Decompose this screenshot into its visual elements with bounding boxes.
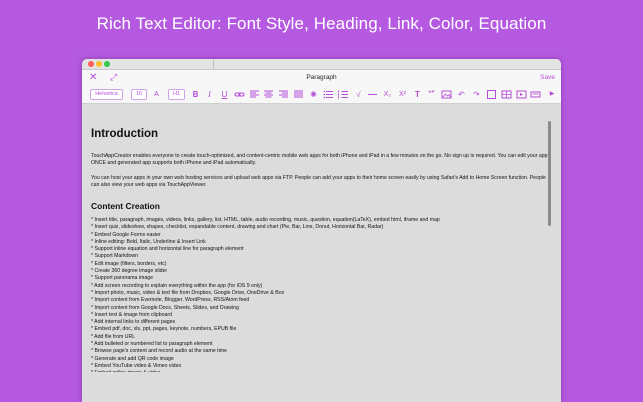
list-item: * Inline editing: Bold, Italic, Underlin… xyxy=(91,238,206,245)
code-block-icon[interactable] xyxy=(486,89,497,100)
list-item: * Embed YouTube video & Vimeo video xyxy=(91,362,182,369)
list-item: * Generate and add QR code image xyxy=(91,355,174,362)
image-icon[interactable] xyxy=(441,89,452,100)
heading-content-creation: Content Creation xyxy=(91,201,160,211)
align-center-icon[interactable] xyxy=(263,89,274,100)
list-item: * Add file from URL xyxy=(91,333,136,340)
list-item: * Insert title, paragraph, images, video… xyxy=(91,217,440,223)
list-item: * Embed Google Forms easier xyxy=(91,231,161,238)
media-icon[interactable] xyxy=(516,89,527,100)
heading-introduction: Introduction xyxy=(91,128,159,140)
align-justify-icon[interactable] xyxy=(293,89,304,100)
list-item: * Support Markdown xyxy=(91,253,138,260)
paragraph-intro: TouchAppCreator enables everyone to crea… xyxy=(91,153,548,167)
list-item: * Import content from Google Docs, Sheet… xyxy=(91,304,239,311)
list-item: * Support inline equation and horizontal… xyxy=(91,246,244,253)
align-left-icon[interactable] xyxy=(249,89,260,100)
list-item: * Insert text & image from clipboard xyxy=(91,311,173,318)
headline: Rich Text Editor: Font Style, Heading, L… xyxy=(96,14,547,33)
list-item: * Embed pdf, doc, xls, ppt, pages, keyno… xyxy=(91,326,237,333)
checkmark-icon[interactable]: √ xyxy=(353,89,364,100)
subscript-icon[interactable]: X₂ xyxy=(382,89,393,100)
text-style-icon[interactable]: A xyxy=(151,89,162,100)
window-zoom-button[interactable] xyxy=(104,61,110,67)
save-button[interactable]: Save xyxy=(540,74,555,81)
list-item: * Add screen recording to explain everyt… xyxy=(91,282,263,289)
list-item: * Embed online image & video xyxy=(91,370,551,372)
font-name-select[interactable]: Helvetica xyxy=(90,89,123,100)
color-wheel-icon[interactable]: ✺ xyxy=(308,89,319,100)
list-item: * Insert quiz, slideshow, shapes, checkl… xyxy=(91,224,384,231)
text-format-icon[interactable]: T xyxy=(412,89,423,100)
list-item: * Support panorama image xyxy=(91,275,153,282)
list-item: * Add internal links to different pages xyxy=(91,319,176,326)
quote-icon[interactable]: ❝❞ xyxy=(426,89,437,100)
align-right-icon[interactable] xyxy=(278,89,289,100)
list-item: * Import photo, music, video & text file… xyxy=(91,289,285,296)
window-minimize-button[interactable] xyxy=(96,61,102,67)
editor-window: ✕ ⤢ Paragraph Save Helvetica 16 A H1 B I… xyxy=(82,59,561,402)
nav-title: Paragraph xyxy=(306,74,337,81)
underline-icon[interactable]: U xyxy=(219,89,230,100)
title-bar-divider xyxy=(213,59,214,69)
document-content[interactable]: Introduction TouchAppCreator enables eve… xyxy=(91,104,551,372)
keyboard-icon[interactable] xyxy=(530,89,541,100)
italic-icon[interactable]: I xyxy=(204,89,215,100)
bold-icon[interactable]: B xyxy=(190,89,201,100)
list-item: * Add bulleted or numbered list to parag… xyxy=(91,341,213,348)
window-title-bar xyxy=(82,59,561,70)
numbered-list-icon[interactable] xyxy=(338,89,349,100)
paragraph-hosting: You can host your apps in your own web h… xyxy=(91,175,546,189)
table-icon[interactable] xyxy=(501,89,512,100)
bullet-list-icon[interactable] xyxy=(323,89,334,100)
heading-select[interactable]: H1 xyxy=(168,89,185,100)
superscript-icon[interactable]: X² xyxy=(397,89,408,100)
document-page[interactable]: Introduction TouchAppCreator enables eve… xyxy=(82,104,561,402)
list-item: * Browse page's content and record audio… xyxy=(91,348,227,355)
feature-list: * Insert title, paragraph, images, video… xyxy=(91,217,551,372)
redo-icon[interactable]: ↷ xyxy=(471,89,482,100)
horizontal-rule-icon[interactable] xyxy=(367,89,378,100)
undo-icon[interactable]: ↶ xyxy=(456,89,467,100)
editor-nav-bar: ✕ ⤢ Paragraph Save xyxy=(82,70,561,86)
list-item: * Edit image (filters, borders, etc) xyxy=(91,260,167,267)
window-close-button[interactable] xyxy=(88,61,94,67)
list-item: * Create 360 degree image slider xyxy=(91,268,168,275)
format-toolbar: Helvetica 16 A H1 B I U ✺ √ X₂ X² T ❝❞ ↶… xyxy=(82,86,561,104)
list-item: * Import content from Evernote, Blogger,… xyxy=(91,297,250,304)
font-size-select[interactable]: 16 xyxy=(131,89,147,100)
document-scrollbar[interactable] xyxy=(548,121,551,226)
toolbar-more-icon[interactable]: ▶ xyxy=(548,89,556,100)
link-icon[interactable] xyxy=(234,89,245,100)
